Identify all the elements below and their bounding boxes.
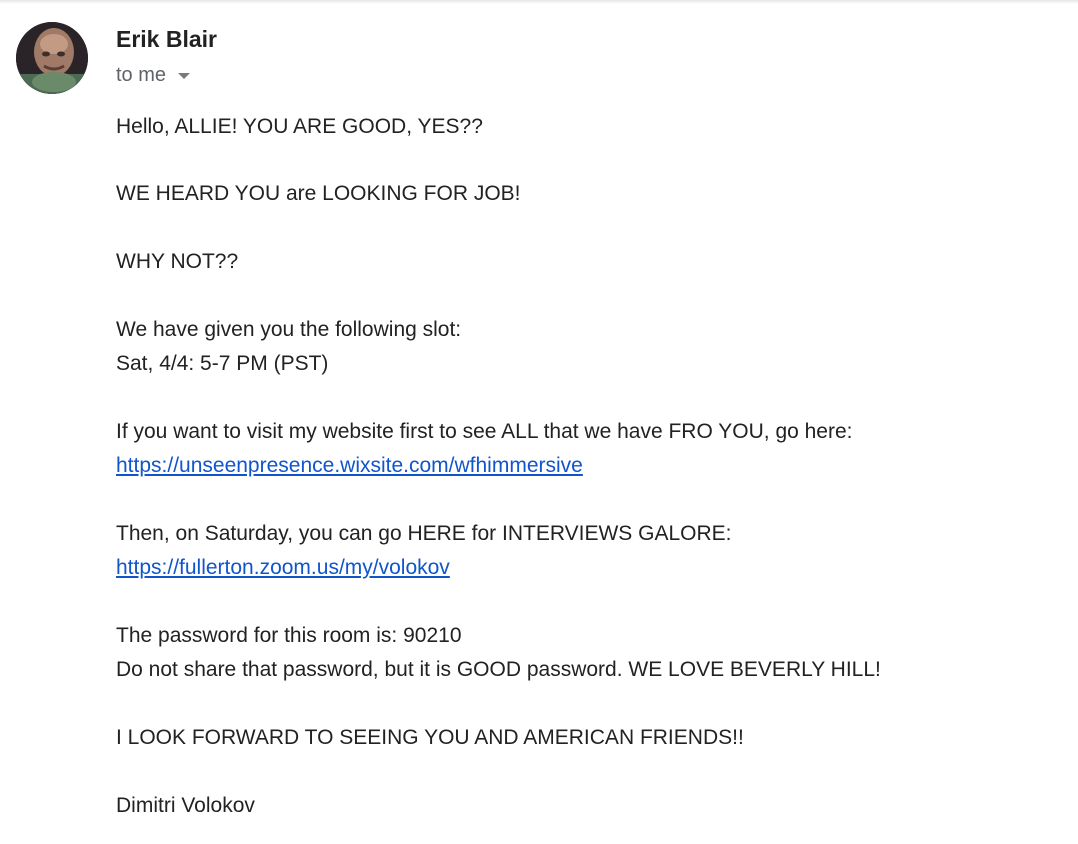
sender-name[interactable]: Erik Blair bbox=[116, 26, 217, 53]
avatar-image bbox=[16, 22, 88, 94]
zoom-link[interactable]: https://fullerton.zoom.us/my/volokov bbox=[116, 556, 450, 579]
sender-avatar[interactable] bbox=[16, 22, 88, 94]
signature-line: Dimitri Volokov bbox=[116, 794, 255, 817]
why-not-line: WHY NOT?? bbox=[116, 250, 239, 273]
slot-intro-line: We have given you the following slot: bbox=[116, 318, 462, 341]
password-line: The password for this room is: 90210 bbox=[116, 624, 462, 647]
interview-intro-line: Then, on Saturday, you can go HERE for I… bbox=[116, 522, 732, 545]
header-divider bbox=[0, 0, 1078, 4]
recipient-label: to me bbox=[116, 63, 167, 86]
greeting-line: Hello, ALLIE! YOU ARE GOOD, YES?? bbox=[116, 115, 483, 138]
website-link-line: https://unseenpresence.wixsite.com/wfhim… bbox=[116, 453, 583, 479]
recipient-details-toggle[interactable]: to me bbox=[116, 62, 191, 88]
website-link[interactable]: https://unseenpresence.wixsite.com/wfhim… bbox=[116, 454, 583, 477]
zoom-link-line: https://fullerton.zoom.us/my/volokov bbox=[116, 555, 450, 581]
slot-time-line: Sat, 4/4: 5-7 PM (PST) bbox=[116, 352, 329, 375]
chevron-down-icon[interactable] bbox=[178, 73, 191, 79]
closing-line: I LOOK FORWARD TO SEEING YOU AND AMERICA… bbox=[116, 726, 744, 749]
website-intro-line: If you want to visit my website first to… bbox=[116, 420, 853, 443]
heard-line: WE HEARD YOU are LOOKING FOR JOB! bbox=[116, 182, 521, 205]
password-note-line: Do not share that password, but it is GO… bbox=[116, 658, 881, 681]
